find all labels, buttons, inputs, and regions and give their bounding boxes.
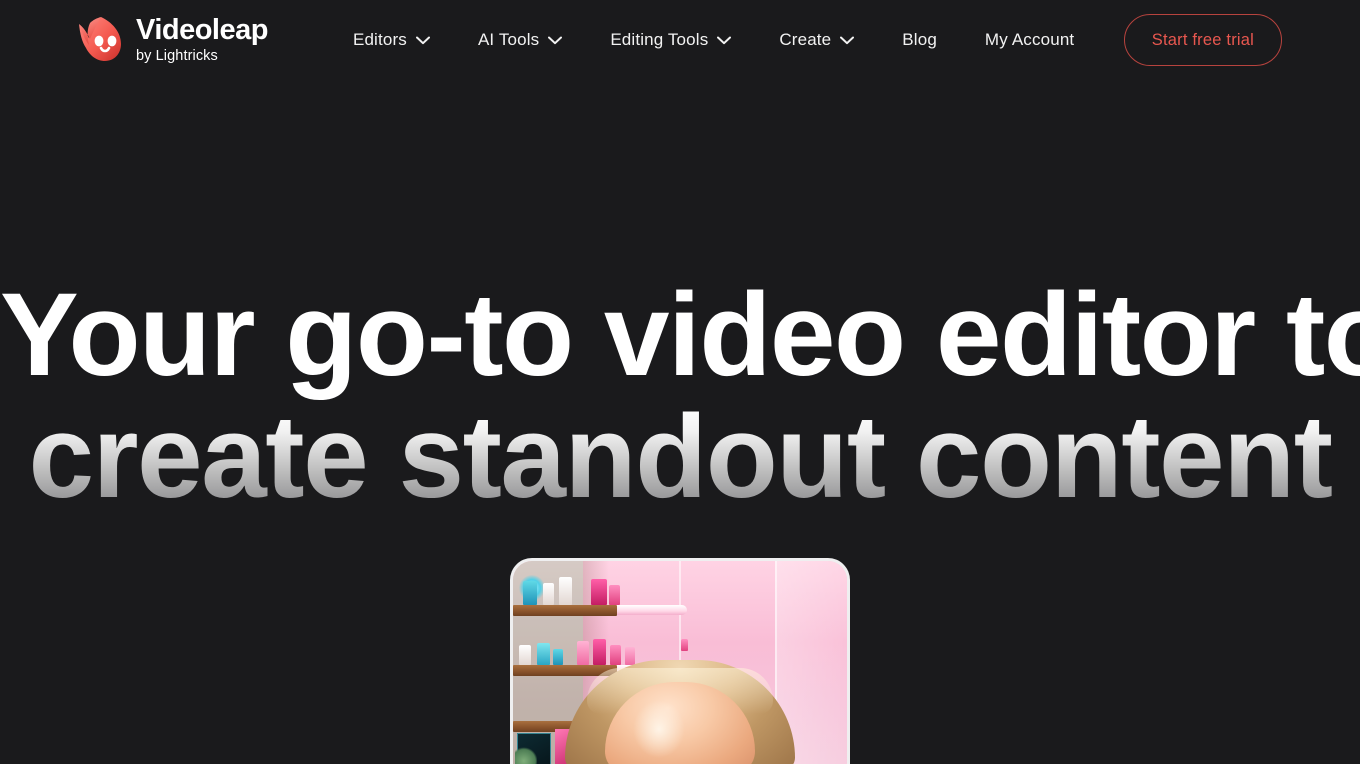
hero-headline-line-2: create standout content xyxy=(0,398,1360,516)
product-bottle xyxy=(591,579,607,605)
product-bottle xyxy=(537,643,550,665)
chevron-down-icon xyxy=(717,36,732,44)
nav-item-create[interactable]: Create xyxy=(779,30,855,50)
nav-label: Editing Tools xyxy=(610,30,709,49)
nav-label: AI Tools xyxy=(477,30,540,49)
hero-video-preview[interactable] xyxy=(510,558,850,764)
nav-label: Create xyxy=(779,30,832,49)
nav-item-ai-tools[interactable]: AI Tools xyxy=(477,30,563,50)
chevron-down-icon xyxy=(548,36,563,44)
product-bottle xyxy=(523,581,537,605)
person-subject xyxy=(565,654,795,764)
video-frame xyxy=(513,561,847,764)
brand-name: Videoleap xyxy=(136,14,268,47)
cta-label: Start free trial xyxy=(1151,30,1254,49)
nav-item-editors[interactable]: Editors xyxy=(353,30,430,50)
nav-label: Blog xyxy=(902,30,937,49)
nav-label: Editors xyxy=(352,30,407,49)
brand-logo[interactable]: Videoleap by Lightricks xyxy=(74,14,268,66)
primary-navigation: Editors AI Tools Editing Tools Create Bl… xyxy=(353,30,1074,50)
nav-item-blog[interactable]: Blog xyxy=(902,30,937,50)
nav-item-editing-tools[interactable]: Editing Tools xyxy=(610,30,732,50)
product-bottle xyxy=(543,583,554,605)
chevron-down-icon xyxy=(840,36,855,44)
page-root: Videoleap by Lightricks Editors AI Tools… xyxy=(0,0,1360,764)
shelf xyxy=(513,605,617,616)
plant-decor xyxy=(515,747,537,764)
face-highlight xyxy=(633,700,685,758)
product-bottle xyxy=(559,577,572,605)
hero-headline-line-1: Your go-to video editor to xyxy=(0,269,1360,401)
hero-section: Your go-to video editor to create stando… xyxy=(0,276,1360,516)
start-free-trial-button[interactable]: Start free trial xyxy=(1123,14,1282,66)
product-bottle xyxy=(609,585,620,605)
nav-label: My Account xyxy=(984,30,1075,49)
chevron-down-icon xyxy=(415,36,430,44)
site-header: Videoleap by Lightricks Editors AI Tools… xyxy=(0,0,1360,80)
videoleap-fox-logo-icon xyxy=(79,17,121,61)
nav-item-my-account[interactable]: My Account xyxy=(985,30,1074,50)
product-bottle xyxy=(681,639,688,651)
brand-tagline: by Lightricks xyxy=(136,48,218,65)
product-bottle xyxy=(519,645,531,665)
product-bottle xyxy=(553,649,563,665)
